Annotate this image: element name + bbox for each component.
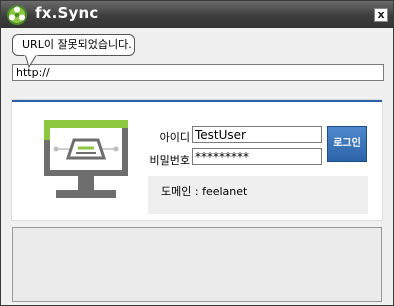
domain-value: feelanet [202, 185, 248, 198]
status-area [12, 227, 382, 302]
fx-sync-window: fx.Sync x URL이 잘못되었습니다. 아이디 비밀번호 [0, 0, 394, 306]
tooltip-message: URL이 잘못되었습니다. [22, 38, 132, 51]
domain-info: 도메인 : feelanet [148, 176, 368, 214]
login-button-label[interactable]: 로그인 [333, 138, 361, 149]
url-error-tooltip: URL이 잘못되었습니다. [12, 34, 135, 56]
domain-separator: : [194, 185, 199, 198]
login-button[interactable]: 로그인 [327, 126, 367, 162]
id-input[interactable] [192, 126, 322, 143]
title-bar[interactable]: fx.Sync x [1, 1, 393, 28]
domain-line: 도메인 : feelanet [161, 183, 247, 199]
window-title: fx.Sync [35, 4, 99, 22]
id-label: 아이디 [159, 131, 190, 144]
password-input[interactable] [192, 148, 322, 165]
close-icon[interactable]: x [377, 8, 384, 21]
close-button[interactable]: x [374, 8, 388, 22]
login-panel: 아이디 비밀번호 로그인 도메인 : feelanet [12, 100, 382, 220]
domain-label: 도메인 [161, 185, 192, 198]
password-label: 비밀번호 [149, 154, 190, 167]
fx-sync-logo-icon [7, 5, 27, 25]
tooltip-tail [24, 54, 38, 68]
url-input[interactable] [12, 64, 384, 81]
monitor-sync-icon [44, 120, 128, 198]
